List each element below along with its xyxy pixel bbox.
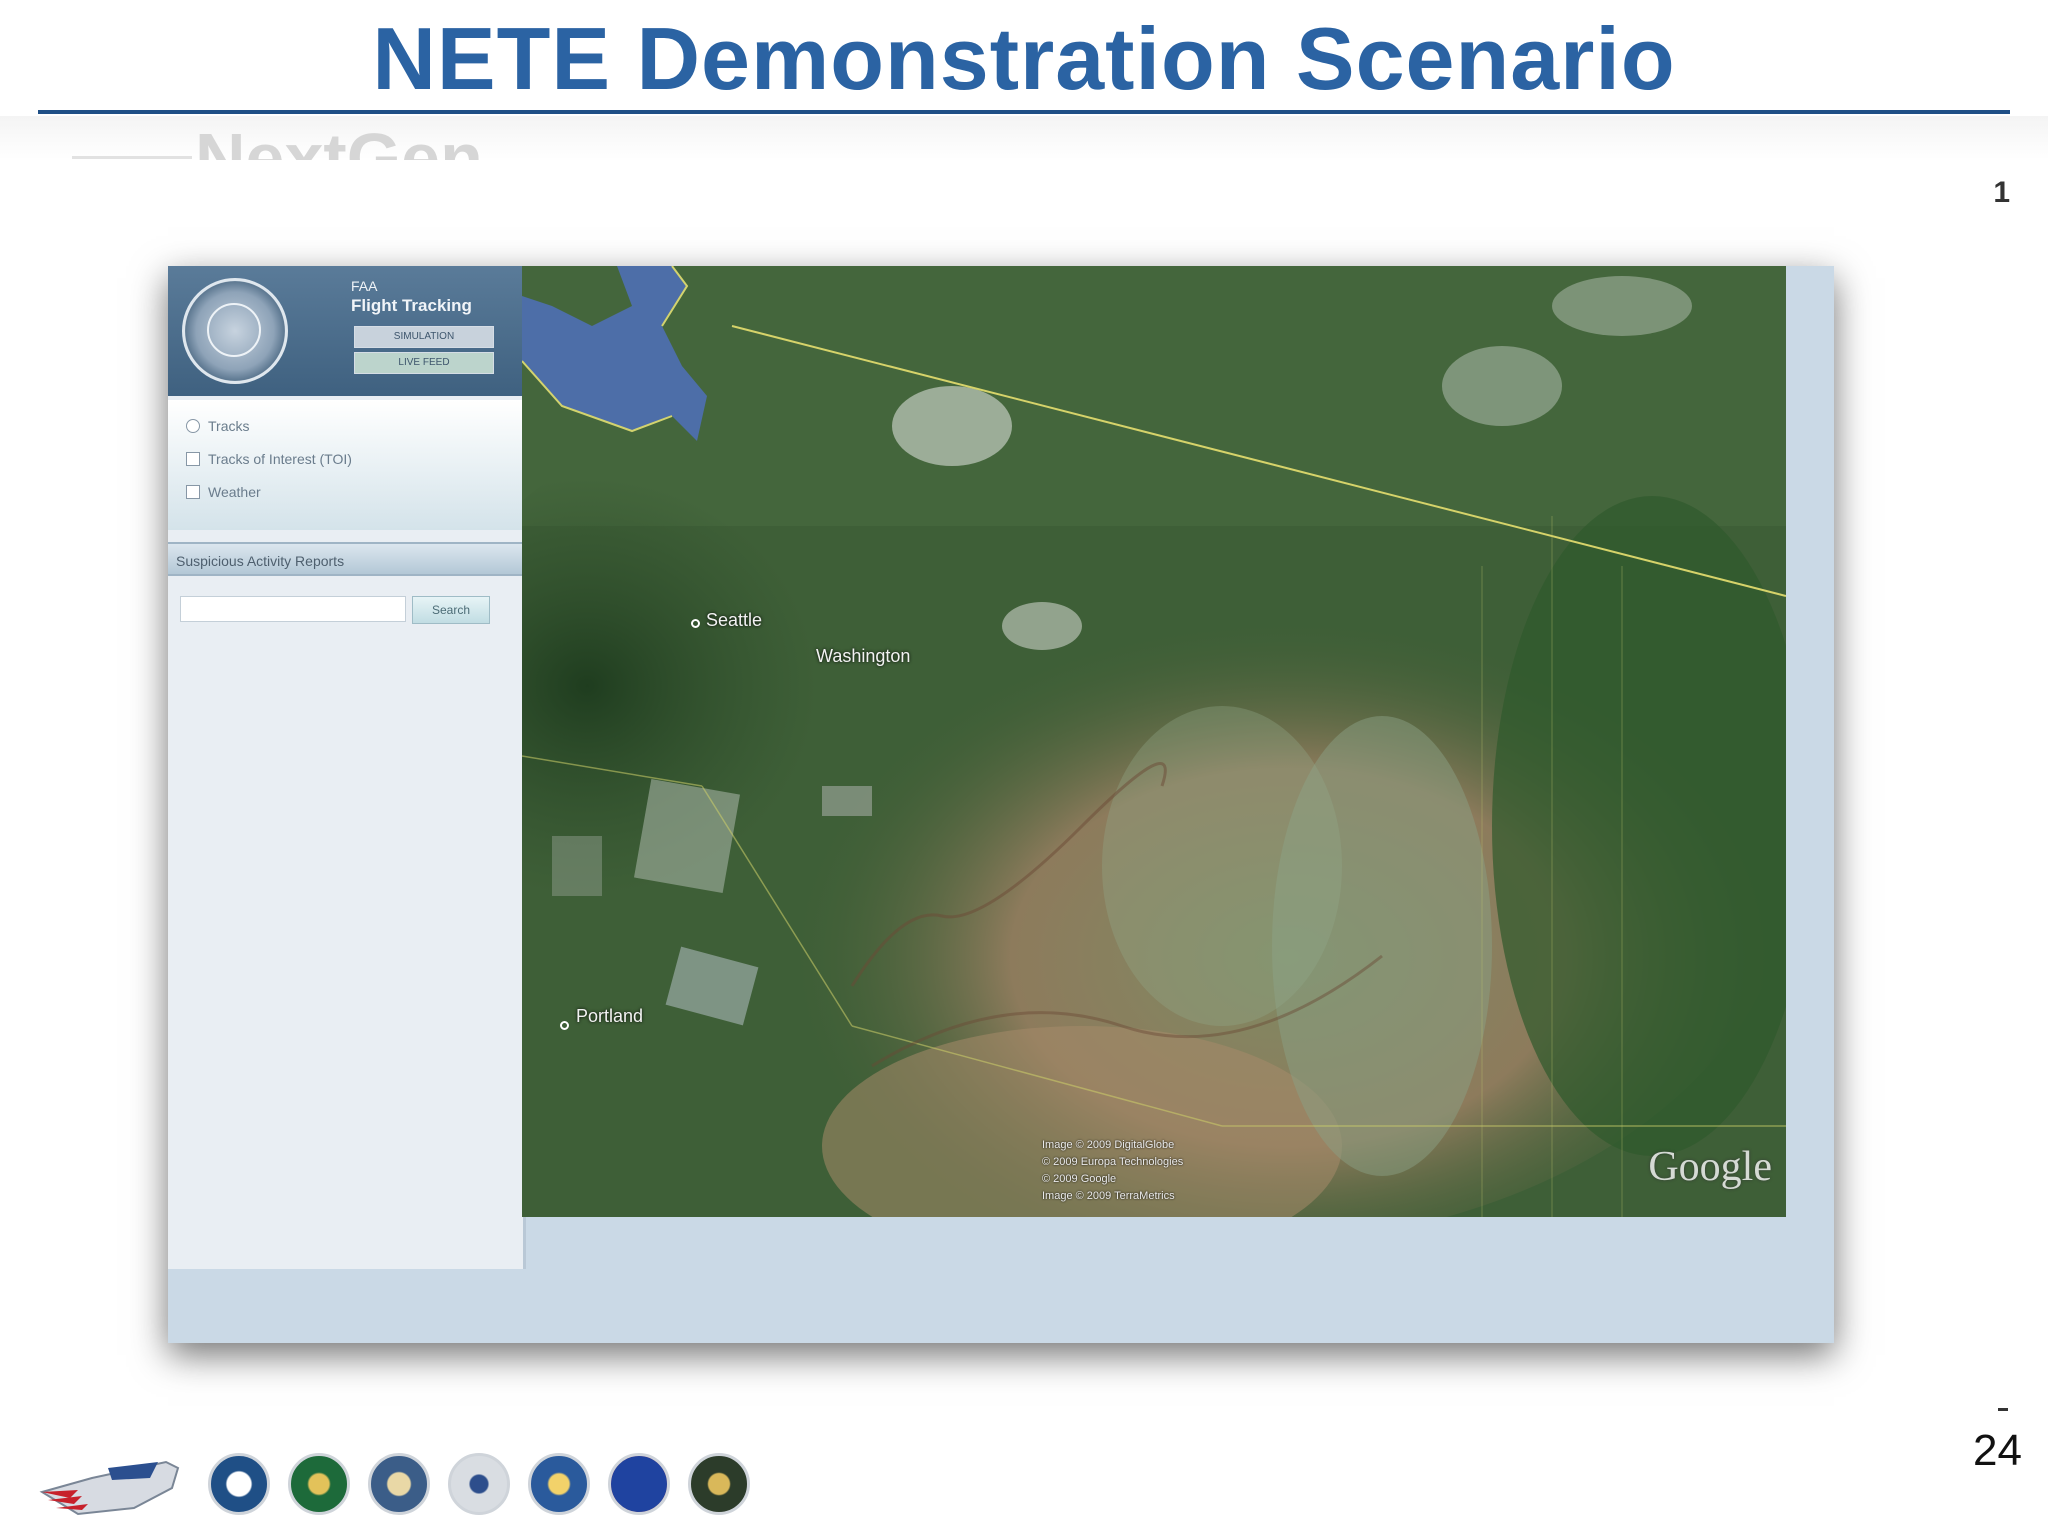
city-label-seattle: Seattle <box>706 610 763 630</box>
dhs-seal-icon <box>448 1453 510 1515</box>
app-title: Flight Tracking <box>351 296 472 315</box>
layer-label: Weather <box>208 484 261 500</box>
map-attribution: © 2009 Europa Technologies <box>1042 1156 1184 1168</box>
tracks-radio[interactable] <box>186 419 200 433</box>
city-marker[interactable] <box>691 619 700 628</box>
watermark-dash <box>72 156 192 159</box>
nextgen-shuttle-logo <box>39 1460 180 1516</box>
search-button[interactable]: Search <box>412 596 490 624</box>
layer-tracks-of-interest[interactable]: Tracks of Interest (TOI) <box>186 451 352 467</box>
search-input[interactable] <box>180 596 406 622</box>
background-watermark: NextGen <box>195 119 483 160</box>
city-marker[interactable] <box>560 1021 569 1030</box>
commerce-seal-icon <box>528 1453 590 1515</box>
dod-seal-icon <box>368 1453 430 1515</box>
layer-list: Tracks Tracks of Interest (TOI) Weather <box>168 400 523 530</box>
toi-checkbox[interactable] <box>186 452 200 466</box>
satellite-imagery <box>522 266 1786 1217</box>
layer-tracks[interactable]: Tracks <box>186 418 249 434</box>
city-label-washington: Washington <box>816 646 911 666</box>
footer-logos <box>38 1448 758 1524</box>
google-logo: Google <box>1648 1144 1772 1190</box>
app-header: FAA Flight Tracking SIMULATION LIVE FEED <box>168 266 523 396</box>
dot-seal-icon <box>208 1453 270 1515</box>
edge-glyph: 1 <box>1993 176 2010 209</box>
slide-title: NETE Demonstration Scenario <box>372 9 1676 108</box>
faa-seal-icon <box>182 278 288 384</box>
layer-label: Tracks <box>208 418 250 434</box>
title-rule <box>38 110 2010 114</box>
edge-dash <box>1998 1408 2008 1411</box>
nasa-logo-icon <box>608 1453 670 1515</box>
city-label-portland: Portland <box>576 1006 644 1026</box>
layer-label: Tracks of Interest (TOI) <box>208 451 352 467</box>
weather-checkbox[interactable] <box>186 485 200 499</box>
odni-seal-icon <box>688 1453 750 1515</box>
simulation-button[interactable]: SIMULATION <box>354 326 494 348</box>
live-feed-button[interactable]: LIVE FEED <box>354 352 494 374</box>
page-number: 24 <box>1973 1426 2022 1475</box>
layer-weather[interactable]: Weather <box>186 484 261 500</box>
panel-header[interactable]: Suspicious Activity Reports <box>168 542 523 576</box>
map-view[interactable]: Seattle Washington Portland Image © 2009… <box>522 266 1786 1217</box>
faa-seal-icon <box>288 1453 350 1515</box>
app-sidebar: FAA Flight Tracking SIMULATION LIVE FEED… <box>168 266 526 1269</box>
map-attribution: Image © 2009 DigitalGlobe <box>1042 1139 1175 1151</box>
map-attribution: © 2009 Google <box>1042 1173 1117 1185</box>
map-attribution: Image © 2009 TerraMetrics <box>1042 1190 1175 1202</box>
embedded-screenshot: FAA Flight Tracking SIMULATION LIVE FEED… <box>168 266 1834 1343</box>
app-agency: FAA <box>351 278 378 294</box>
